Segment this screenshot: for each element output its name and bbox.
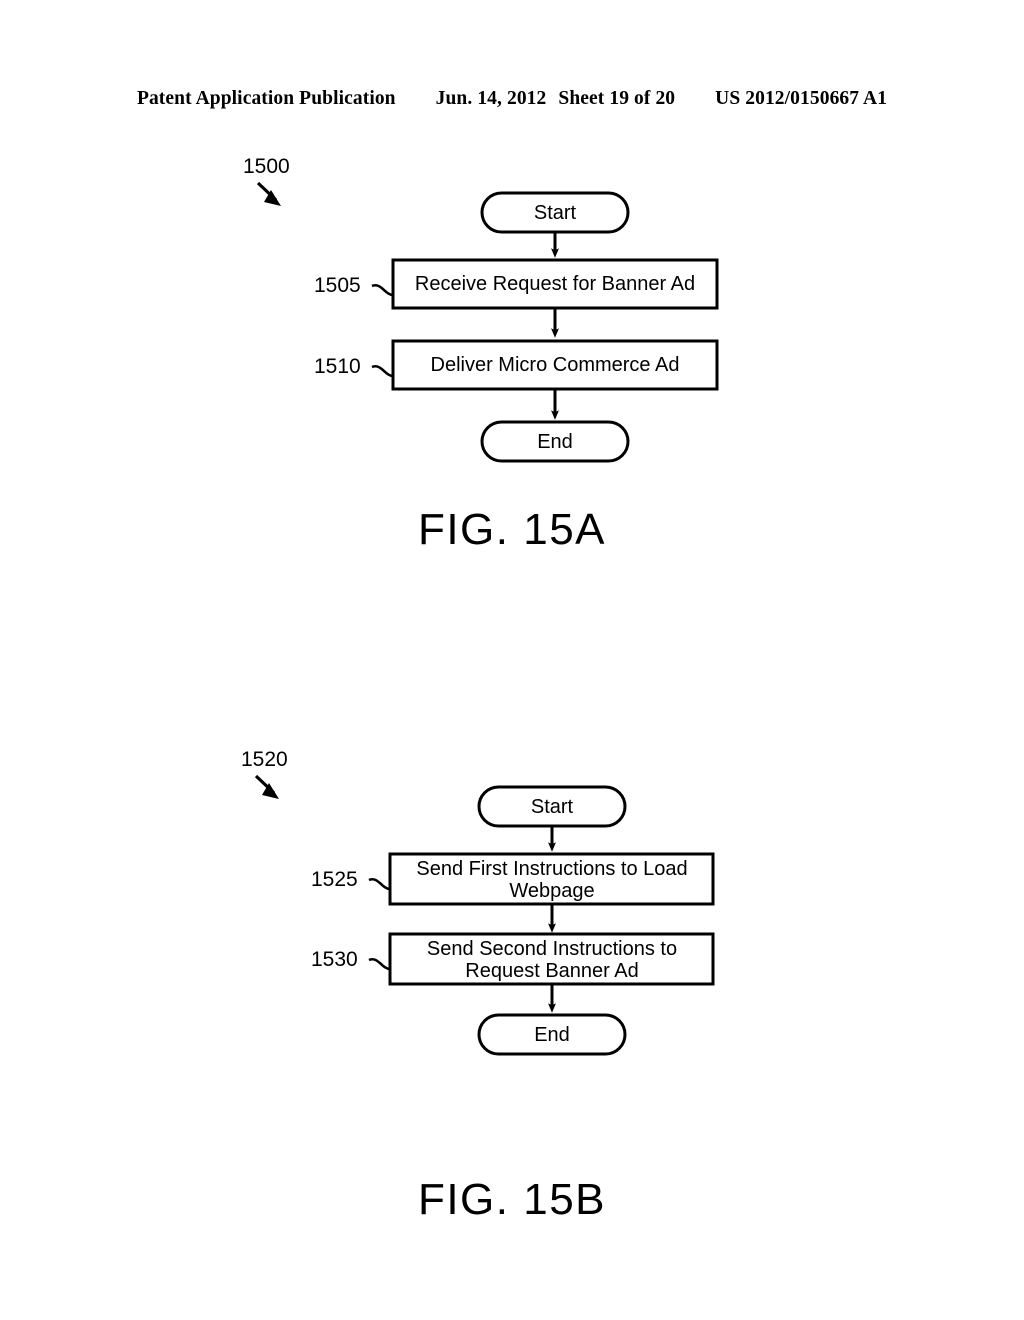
leader-1505: 1505 <box>314 274 394 297</box>
process-box-1530-label-line1: Send Second Instructions to <box>427 938 677 960</box>
process-box-1525-label-line1: Send First Instructions to Load <box>416 858 687 880</box>
leader-line-1510 <box>371 364 394 378</box>
leader-1530: 1530 <box>311 948 391 971</box>
node-1505: Receive Request for Banner Ad <box>391 258 719 310</box>
node-1525: Send First Instructions to Load Webpage <box>388 852 715 906</box>
ref-label-1505: 1505 <box>314 274 361 297</box>
start-terminator-label: Start <box>534 202 577 224</box>
ref-label-1510: 1510 <box>314 355 361 378</box>
node-start: Start <box>480 191 630 234</box>
end-terminator-label: End <box>534 1024 570 1046</box>
node-end: End <box>477 1013 627 1056</box>
header-date: Jun. 14, 2012 <box>435 88 547 109</box>
process-box-1530-label-line2: Request Banner Ad <box>465 960 638 982</box>
diagram-ref-1500: 1500 <box>243 155 290 178</box>
process-box-1525-label-line2: Webpage <box>509 880 594 902</box>
node-1510: Deliver Micro Commerce Ad <box>391 339 719 391</box>
ref-label-1525: 1525 <box>311 868 358 891</box>
figure-15a: 1500 Start Receive Request for Banner Ad… <box>0 140 1024 480</box>
figure-15b-flowchart: 1520 Start Send First Instructions to Lo… <box>241 748 715 1056</box>
leader-1525: 1525 <box>311 868 391 891</box>
figure-15a-caption: FIG. 15A <box>417 505 607 554</box>
node-start: Start <box>477 785 627 828</box>
figure-15b: 1520 Start Send First Instructions to Lo… <box>0 735 1024 1075</box>
figure-15b-caption: FIG. 15B <box>417 1175 607 1224</box>
header-patent-number: US 2012/0150667 A1 <box>715 88 888 109</box>
figure-15a-flowchart: 1500 Start Receive Request for Banner Ad… <box>243 155 719 463</box>
leader-line-1525 <box>368 877 391 891</box>
ref-label-1530: 1530 <box>311 948 358 971</box>
diagram-ref-1520: 1520 <box>241 748 288 771</box>
start-terminator-label: Start <box>531 796 574 818</box>
header-publication-title: Patent Application Publication <box>136 88 396 109</box>
process-box-1505-label: Receive Request for Banner Ad <box>415 273 695 295</box>
node-1530: Send Second Instructions to Request Bann… <box>388 932 715 986</box>
leader-1510: 1510 <box>314 355 394 378</box>
end-terminator-label: End <box>537 431 573 453</box>
node-end: End <box>480 420 630 463</box>
document-header: Patent Application Publication Jun. 14, … <box>0 88 1024 110</box>
patent-figure-page: Patent Application Publication Jun. 14, … <box>0 0 1024 1320</box>
process-box-1510-label: Deliver Micro Commerce Ad <box>431 354 680 376</box>
diagram-ref-1520-pointer-arrow <box>254 774 279 799</box>
leader-line-1505 <box>371 283 394 297</box>
leader-line-1530 <box>368 957 391 971</box>
header-sheet-number: Sheet 19 of 20 <box>558 88 676 109</box>
diagram-ref-1500-pointer-arrow <box>256 181 281 206</box>
